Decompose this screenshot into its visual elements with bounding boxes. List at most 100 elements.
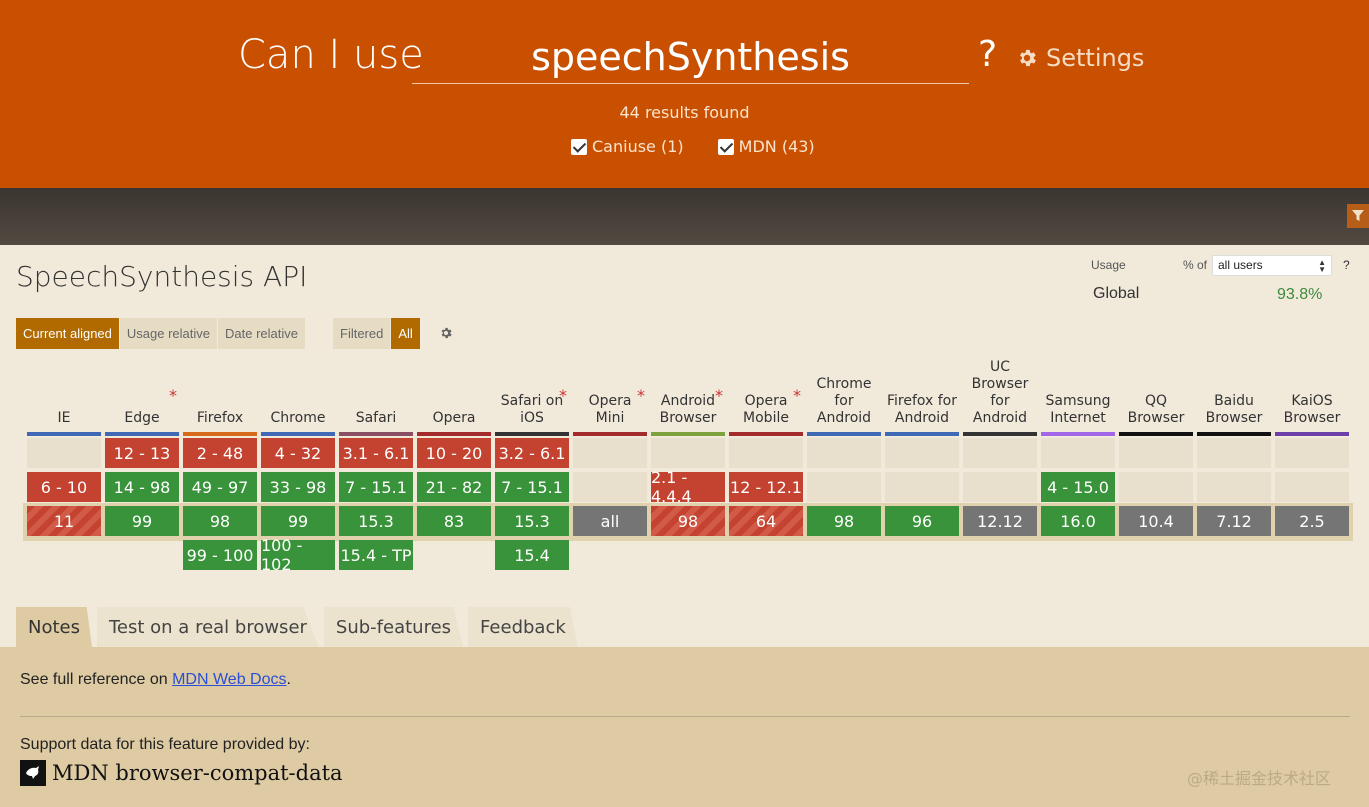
users-select-value: all users bbox=[1218, 258, 1263, 272]
version-cell[interactable]: 2.1 - 4.4.4 bbox=[651, 468, 725, 506]
browser-header[interactable]: QQ Browser bbox=[1119, 361, 1193, 437]
version-cell[interactable]: 12 - 13 bbox=[105, 438, 179, 468]
version-cell[interactable]: 6 - 10 bbox=[27, 472, 101, 502]
version-cell[interactable]: 2.5 bbox=[1275, 506, 1349, 536]
browser-name: KaiOS Browser bbox=[1283, 393, 1341, 426]
version-cell[interactable]: 3.2 - 6.1 bbox=[495, 438, 569, 468]
feature-title: SpeechSynthesis API bbox=[16, 260, 308, 293]
version-cell[interactable]: 15.3 bbox=[495, 506, 569, 536]
tab-current-aligned[interactable]: Current aligned bbox=[16, 318, 119, 349]
empty-cell bbox=[729, 438, 803, 468]
version-cell[interactable]: 7.12 bbox=[1197, 506, 1271, 536]
checkbox-icon[interactable] bbox=[571, 138, 587, 155]
browser-header[interactable]: IE bbox=[27, 361, 101, 437]
search-input[interactable] bbox=[412, 24, 969, 83]
version-cell[interactable]: 10.4 bbox=[1119, 506, 1193, 536]
results-count: 44 results found bbox=[619, 103, 750, 122]
scope-tabs: Filtered All bbox=[333, 318, 421, 349]
tab-notes[interactable]: Notes bbox=[16, 607, 92, 647]
version-cell[interactable]: 2 - 48 bbox=[183, 438, 257, 468]
version-cell[interactable]: 15.4 bbox=[495, 540, 569, 570]
version-cell[interactable]: 16.0 bbox=[1041, 506, 1115, 536]
version-cell[interactable]: 99 bbox=[261, 506, 335, 536]
version-cell[interactable]: 98 bbox=[807, 506, 881, 536]
version-cell[interactable]: 14 - 98 bbox=[105, 472, 179, 502]
browser-color-bar bbox=[1119, 432, 1193, 436]
version-cell[interactable]: 12.12 bbox=[963, 506, 1037, 536]
browser-header[interactable]: Baidu Browser bbox=[1197, 361, 1271, 437]
browser-header[interactable]: Chrome bbox=[261, 361, 335, 437]
mdn-web-docs-link[interactable]: MDN Web Docs bbox=[172, 671, 286, 688]
version-cell[interactable]: 64 bbox=[729, 506, 803, 536]
browser-header[interactable]: Chrome for Android bbox=[807, 361, 881, 437]
tab-feedback[interactable]: Feedback bbox=[468, 607, 578, 647]
browser-header[interactable]: Safari on iOS * bbox=[495, 361, 569, 437]
note-star-icon: * bbox=[715, 386, 723, 405]
empty-cell bbox=[1197, 472, 1271, 502]
empty-cell bbox=[807, 438, 881, 468]
browser-header[interactable]: Opera bbox=[417, 361, 491, 437]
source-filters: Caniuse (1) MDN (43) bbox=[571, 137, 815, 156]
version-cell[interactable]: 21 - 82 bbox=[417, 472, 491, 502]
version-cell[interactable]: 11 bbox=[27, 506, 101, 536]
version-cell[interactable]: 7 - 15.1 bbox=[495, 472, 569, 502]
tab-date-relative[interactable]: Date relative bbox=[218, 318, 305, 349]
browser-header[interactable]: Android Browser * bbox=[651, 361, 725, 437]
tab-sub-features[interactable]: Sub-features bbox=[323, 607, 464, 647]
version-cell[interactable]: 33 - 98 bbox=[261, 472, 335, 502]
version-cell[interactable]: 10 - 20 bbox=[417, 438, 491, 468]
version-cell[interactable]: 4 - 32 bbox=[261, 438, 335, 468]
filter-mdn[interactable]: MDN (43) bbox=[717, 137, 815, 156]
filter-toggle-button[interactable] bbox=[1347, 204, 1369, 228]
version-cell[interactable]: 99 - 100 bbox=[183, 540, 257, 570]
browser-name: Chrome for Android bbox=[816, 376, 872, 426]
version-cell[interactable]: all bbox=[573, 506, 647, 536]
settings-button[interactable]: Settings bbox=[1016, 44, 1144, 72]
usage-help-button[interactable]: ? bbox=[1343, 258, 1350, 272]
tab-all[interactable]: All bbox=[391, 318, 420, 349]
browser-color-bar bbox=[183, 432, 257, 436]
browser-header[interactable]: KaiOS Browser bbox=[1275, 361, 1349, 437]
users-select[interactable]: all users ▲ ▼ bbox=[1212, 255, 1332, 276]
reference-suffix: . bbox=[286, 671, 291, 688]
version-cell[interactable]: 96 bbox=[885, 506, 959, 536]
view-mode-tabs: Current aligned Usage relative Date rela… bbox=[16, 318, 306, 349]
version-cell[interactable]: 12 - 12.1 bbox=[729, 472, 803, 502]
version-cell[interactable]: 83 bbox=[417, 506, 491, 536]
browser-header[interactable]: UC Browser for Android bbox=[963, 359, 1037, 437]
browser-header[interactable]: Firefox for Android bbox=[885, 361, 959, 437]
version-cell[interactable]: 100 - 102 bbox=[261, 536, 335, 574]
version-cell[interactable]: 7 - 15.1 bbox=[339, 472, 413, 502]
version-cell[interactable]: 3.1 - 6.1 bbox=[339, 438, 413, 468]
tab-test-real-browser[interactable]: Test on a real browser bbox=[97, 607, 319, 647]
search-field[interactable] bbox=[412, 24, 969, 84]
empty-cell bbox=[651, 438, 725, 468]
version-cell[interactable]: 98 bbox=[183, 506, 257, 536]
version-cell[interactable]: 15.3 bbox=[339, 506, 413, 536]
mdn-logo-icon bbox=[20, 760, 46, 786]
version-cell[interactable]: 99 bbox=[105, 506, 179, 536]
empty-cell bbox=[807, 472, 881, 502]
version-cell[interactable]: 15.4 - TP bbox=[339, 540, 413, 570]
tab-usage-relative[interactable]: Usage relative bbox=[119, 318, 217, 349]
version-cell[interactable]: 49 - 97 bbox=[183, 472, 257, 502]
browser-header[interactable]: Edge * bbox=[105, 361, 179, 437]
filter-caniuse[interactable]: Caniuse (1) bbox=[571, 137, 684, 156]
info-tabs: Notes Test on a real browser Sub-feature… bbox=[16, 607, 583, 647]
tab-filtered[interactable]: Filtered bbox=[333, 318, 391, 349]
browser-header[interactable]: Firefox bbox=[183, 361, 257, 437]
browser-header[interactable]: Opera Mini * bbox=[573, 361, 647, 437]
browser-header[interactable]: Samsung Internet bbox=[1041, 361, 1115, 437]
empty-cell bbox=[1275, 438, 1349, 468]
checkbox-icon[interactable] bbox=[717, 138, 734, 155]
gear-icon[interactable] bbox=[439, 326, 453, 340]
browser-color-bar bbox=[339, 432, 413, 436]
browser-header[interactable]: Safari bbox=[339, 361, 413, 437]
version-cell[interactable]: 4 - 15.0 bbox=[1041, 472, 1115, 502]
version-cell[interactable]: 98 bbox=[651, 506, 725, 536]
browser-name: Firefox for Android bbox=[886, 393, 958, 426]
browser-header[interactable]: Opera Mobile * bbox=[729, 361, 803, 437]
mdn-compat-data-link[interactable]: MDN browser-compat-data bbox=[20, 760, 343, 786]
help-button[interactable]: ? bbox=[978, 34, 997, 75]
browser-name: Edge bbox=[124, 410, 160, 426]
